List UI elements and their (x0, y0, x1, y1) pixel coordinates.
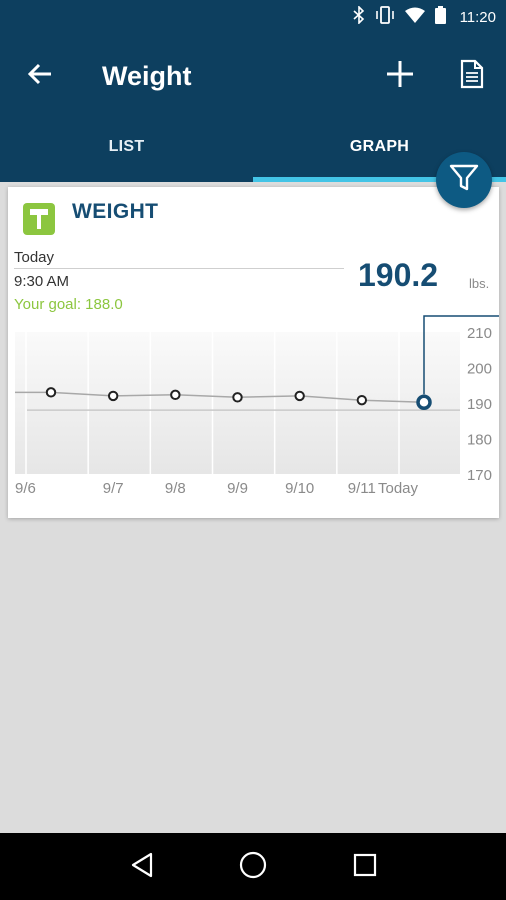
filter-icon (449, 164, 479, 197)
x-tick-label: 9/10 (285, 480, 314, 497)
data-point (356, 394, 368, 406)
circle-home-icon (239, 851, 267, 884)
tab-graph-label: GRAPH (349, 138, 410, 155)
status-icons: 11:20 (353, 0, 496, 34)
weight-card: WEIGHT Today 9:30 AM Your goal: 188.0 19… (8, 187, 499, 518)
tab-list[interactable]: LIST (0, 116, 253, 182)
report-button[interactable] (452, 56, 492, 96)
nav-back-button[interactable] (122, 847, 162, 887)
x-tick-label: Today (378, 480, 419, 497)
app-bar: Weight (0, 34, 506, 116)
tab-list-label: LIST (108, 138, 145, 155)
y-tick-label: 190 (467, 396, 492, 413)
document-icon (460, 59, 484, 94)
y-tick-label: 180 (467, 432, 492, 449)
y-tick-label: 200 (467, 361, 492, 378)
data-point (170, 389, 181, 401)
nav-recents-button[interactable] (345, 847, 385, 887)
wifi-icon (404, 7, 425, 28)
current-point (416, 394, 432, 411)
x-tick-label: 9/6 (15, 480, 36, 497)
vibrate-icon (375, 5, 395, 29)
x-tick-label: 9/7 (103, 480, 124, 497)
plus-icon (386, 60, 414, 93)
arrow-left-icon (27, 62, 53, 91)
tab-bar: LIST GRAPH (0, 116, 506, 182)
y-tick-label: 210 (467, 325, 492, 342)
system-nav-bar (0, 833, 506, 900)
square-recents-icon (353, 853, 377, 882)
status-bar: 11:20 (0, 0, 506, 34)
data-point (294, 390, 305, 402)
x-tick-label: 9/9 (227, 480, 248, 497)
filter-button[interactable] (436, 152, 492, 208)
triangle-back-icon (130, 852, 154, 883)
data-point (232, 392, 243, 403)
x-tick-label: 9/11 (348, 480, 376, 497)
weight-chart[interactable]: 9/6 9/7 9/8 9/9 9/10 9/11 Today 210 200 190 180 170 (8, 187, 499, 518)
nav-home-button[interactable] (233, 847, 273, 887)
x-tick-label: 9/8 (165, 480, 186, 497)
back-button[interactable] (20, 56, 60, 96)
add-entry-button[interactable] (380, 56, 420, 96)
y-tick-label: 170 (467, 467, 492, 484)
bluetooth-icon (353, 4, 365, 29)
data-point (45, 387, 57, 398)
battery-icon (434, 5, 446, 29)
data-point (107, 390, 119, 402)
page-title: Weight (102, 61, 192, 91)
chart-plot-area (15, 332, 460, 474)
status-time: 11:20 (459, 8, 496, 26)
